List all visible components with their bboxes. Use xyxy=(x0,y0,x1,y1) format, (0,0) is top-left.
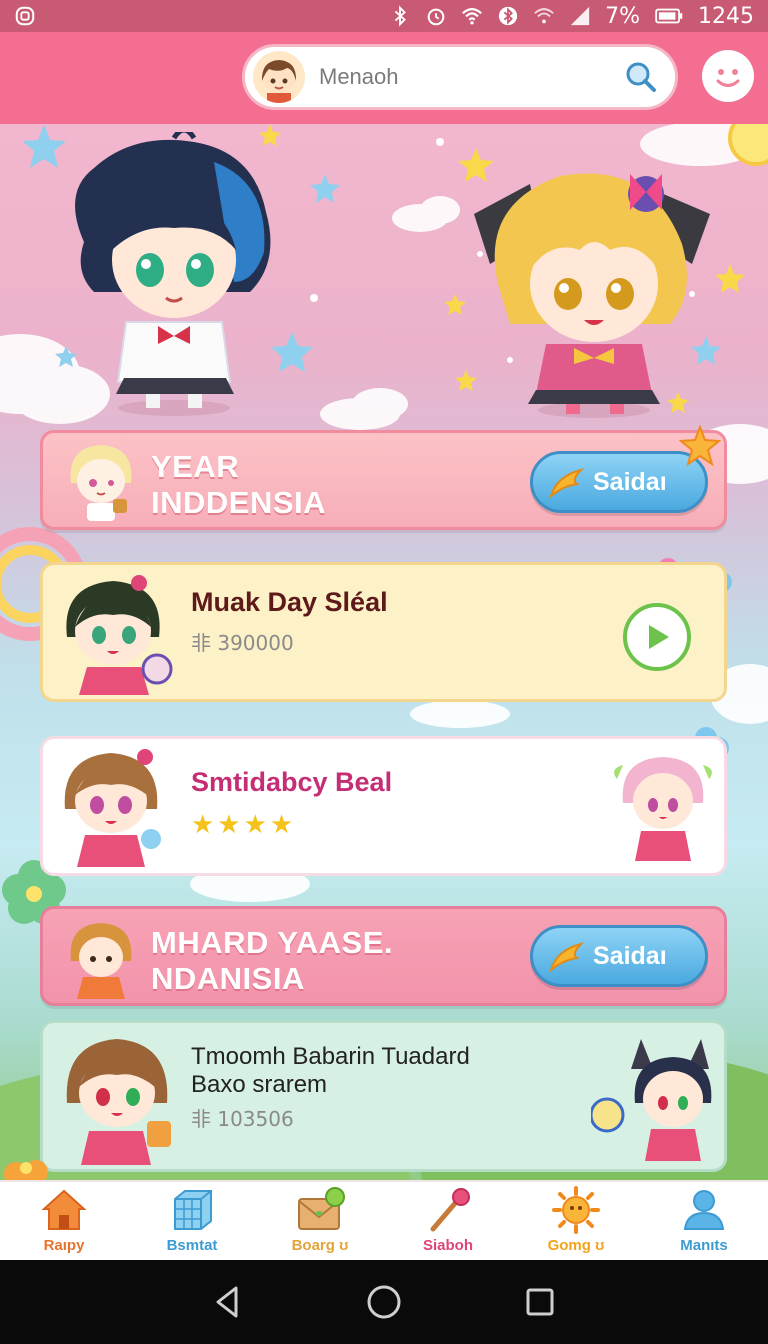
card-title: Tmoomh Babarin Tuadard Baxo srarem xyxy=(191,1043,470,1098)
saida-button[interactable]: Saidaı xyxy=(530,925,708,987)
card-title: Muak Day Sléal xyxy=(191,587,388,617)
list-item-3[interactable]: Tmoomh Babarin Tuadard Baxo srarem ⾮ 103… xyxy=(40,1020,727,1172)
list-item-2[interactable]: Smtidabcy Beal ★★★★ xyxy=(40,736,727,876)
search-icon[interactable] xyxy=(623,59,659,95)
clock: 1245 xyxy=(698,3,754,29)
card-title: Smtidabcy Beal xyxy=(191,767,393,797)
nav-item-mail[interactable]: Boarg ʊ xyxy=(256,1182,384,1260)
battery-icon xyxy=(655,8,683,24)
banner-character-icon xyxy=(70,445,132,521)
flower-decoration xyxy=(4,1160,48,1180)
home-icon xyxy=(41,1189,87,1230)
search-input[interactable] xyxy=(305,64,623,90)
signal-icon xyxy=(570,6,590,26)
alarm-icon xyxy=(427,8,445,26)
hero-character-right xyxy=(474,173,710,418)
avatar[interactable] xyxy=(253,51,305,103)
nav-label: Bsmtat xyxy=(166,1237,218,1254)
back-icon[interactable] xyxy=(208,1282,248,1322)
card-character-icon xyxy=(64,749,161,867)
battery-percent: 7% xyxy=(605,3,640,29)
nav-label: Boarg ʊ xyxy=(291,1237,349,1254)
rating-stars: ★★★★ xyxy=(191,809,297,839)
card-character-side-icon xyxy=(591,1039,712,1161)
home-circle-icon[interactable] xyxy=(364,1282,404,1322)
recents-icon[interactable] xyxy=(520,1282,560,1322)
nav-label: Siaboh xyxy=(422,1237,473,1254)
bluetooth-icon xyxy=(394,5,407,27)
list-item-1[interactable]: Muak Day Sléal ⾮ 390000 xyxy=(40,562,727,702)
profile-smiley-button[interactable] xyxy=(702,50,754,102)
card-count: ⾮ 103506 xyxy=(191,1107,294,1131)
sun-icon xyxy=(552,1186,600,1234)
search-bar[interactable] xyxy=(242,44,678,110)
bluetooth-badge-icon xyxy=(498,6,518,26)
hero-character-left xyxy=(75,132,271,416)
card-character-icon xyxy=(66,575,173,695)
wifi-outline-icon xyxy=(534,8,554,24)
saida-button-label: Saidaı xyxy=(593,467,667,496)
nav-label: Raıpy xyxy=(43,1237,85,1254)
nav-item-home[interactable]: Raıpy xyxy=(0,1182,128,1260)
promo-banner-1[interactable]: YEAR INDDENSIA Saidaı xyxy=(40,425,727,530)
bolt-icon xyxy=(549,942,585,973)
wand-icon xyxy=(430,1188,470,1232)
nav-label: Gomg ʊ xyxy=(547,1237,605,1254)
card-count: ⾮ 390000 xyxy=(191,631,294,655)
card-character-side-icon xyxy=(614,757,712,861)
nav-label: Manıts xyxy=(680,1237,728,1254)
status-bar: 7% 1245 xyxy=(0,0,768,32)
nav-item-profile[interactable]: Manıts xyxy=(640,1182,768,1260)
play-button[interactable] xyxy=(623,603,691,671)
banner-title: MHARD YAASE. NDANISIA xyxy=(151,925,393,996)
play-icon xyxy=(649,625,669,649)
system-navigation-bar xyxy=(0,1260,768,1344)
card-character-icon xyxy=(66,1039,171,1165)
nav-item-store[interactable]: Bsmtat xyxy=(128,1182,256,1260)
person-icon xyxy=(683,1190,725,1230)
bolt-icon xyxy=(549,468,585,499)
promo-banner-2[interactable]: MHARD YAASE. NDANISIA Saidaı xyxy=(40,906,727,1006)
screenshot-icon xyxy=(15,6,35,26)
bottom-navigation: Raıpy Bsmtat Boarg ʊ Siaboh Gomg ʊ Manıt… xyxy=(0,1180,768,1260)
smiley-icon xyxy=(716,69,740,87)
cube-icon xyxy=(174,1190,212,1230)
mail-icon xyxy=(298,1187,345,1230)
nav-item-magic[interactable]: Siaboh xyxy=(384,1182,512,1260)
wifi-icon xyxy=(462,8,482,25)
main-feed[interactable]: YEAR INDDENSIA Saidaı Muak Day Sléal ⾮ 3… xyxy=(0,124,768,1180)
star-badge-icon xyxy=(679,425,721,467)
banner-character-icon xyxy=(70,923,132,999)
app-header xyxy=(0,32,768,124)
banner-title: YEAR INDDENSIA xyxy=(151,449,327,520)
nav-item-events[interactable]: Gomg ʊ xyxy=(512,1182,640,1260)
saida-button-label: Saidaı xyxy=(593,941,667,970)
